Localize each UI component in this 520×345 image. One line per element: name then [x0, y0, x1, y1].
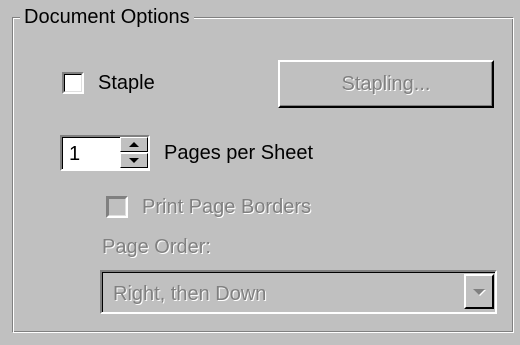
group-title: Document Options	[20, 5, 194, 29]
spin-down-button[interactable]	[120, 153, 148, 168]
pages-per-sheet-stepper[interactable]: 1	[60, 135, 150, 171]
pages-per-sheet-value: 1	[69, 143, 81, 165]
page-order-selected-value: Right, then Down	[113, 283, 267, 305]
print-page-borders-checkbox-box	[108, 198, 126, 216]
chevron-down-icon	[473, 288, 485, 295]
page-order-dropdown-button[interactable]	[464, 274, 494, 309]
staple-checkbox-box	[64, 74, 82, 92]
spin-up-button[interactable]	[120, 137, 148, 152]
spin-buttons	[120, 137, 148, 168]
page-order-combobox-field: Right, then Down	[102, 272, 495, 312]
arrow-down-icon	[129, 158, 139, 163]
pages-per-sheet-label: Pages per Sheet	[164, 142, 313, 164]
page-order-label: Page Order:	[102, 236, 211, 258]
print-page-borders-label[interactable]: Print Page Borders	[142, 195, 311, 219]
page-order-combobox[interactable]: Right, then Down	[100, 270, 497, 314]
staple-label[interactable]: Staple	[98, 71, 155, 95]
stapling-button-label: Stapling...	[341, 72, 431, 95]
stapling-button[interactable]: Stapling...	[278, 60, 494, 108]
arrow-up-icon	[129, 142, 139, 147]
staple-checkbox[interactable]	[62, 72, 84, 94]
print-page-borders-checkbox[interactable]	[106, 196, 128, 218]
